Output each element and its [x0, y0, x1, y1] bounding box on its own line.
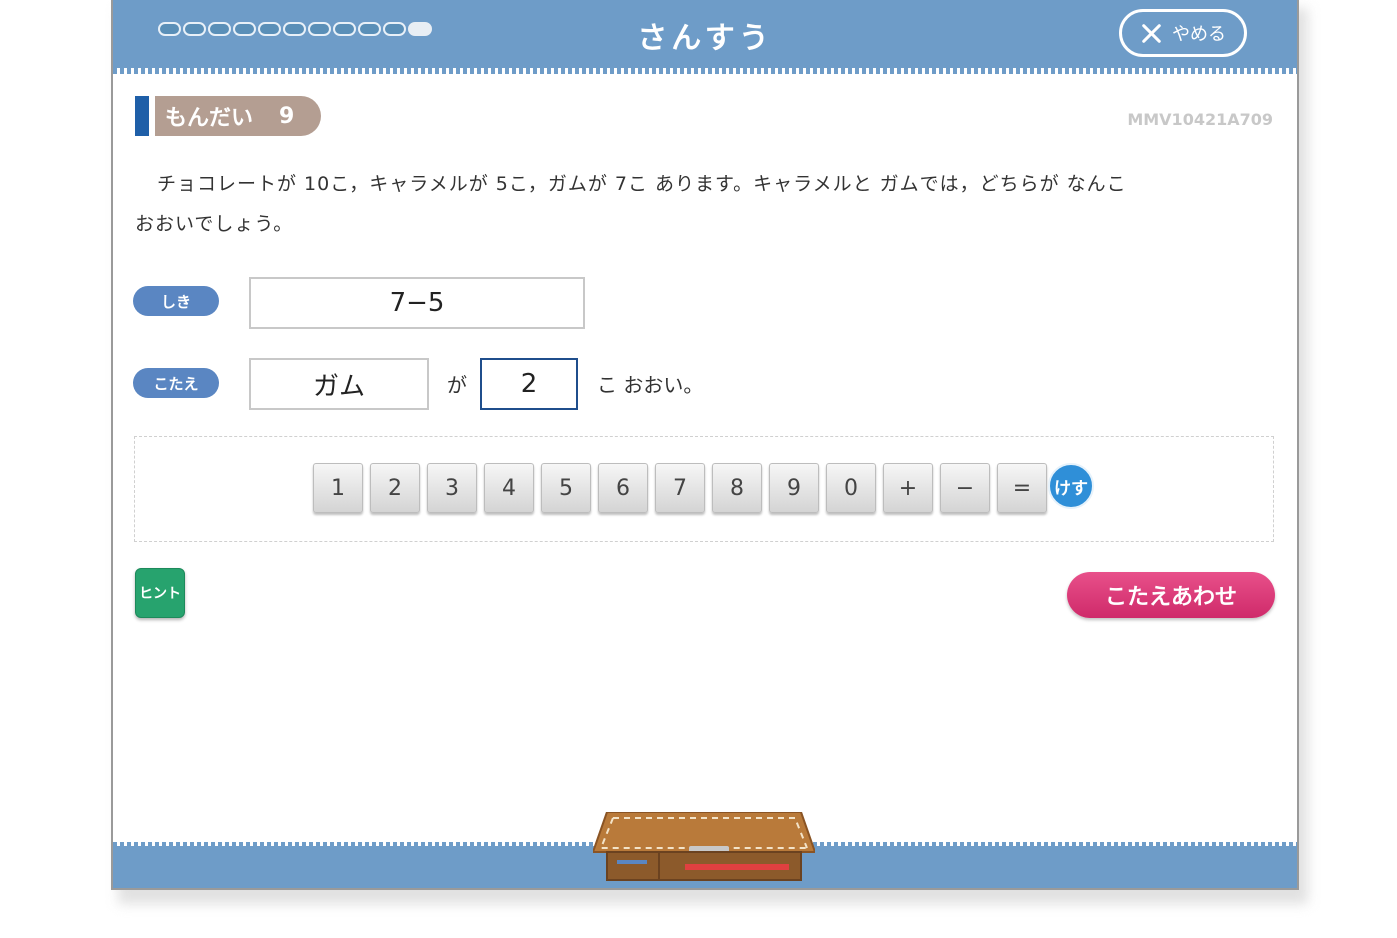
formula-input[interactable]: 7−5: [249, 277, 585, 329]
keypad: 1 2 3 4 5 6 7 8 9 0 + − = けす: [134, 436, 1274, 542]
keypad-key[interactable]: 7: [655, 463, 705, 513]
keypad-key[interactable]: 1: [313, 463, 363, 513]
keypad-key[interactable]: 0: [826, 463, 876, 513]
keypad-key[interactable]: 8: [712, 463, 762, 513]
keypad-key[interactable]: 9: [769, 463, 819, 513]
keypad-key[interactable]: 4: [484, 463, 534, 513]
problem-number-label: もんだい 9: [155, 96, 321, 136]
question-line-2: おおいでしょう。: [135, 213, 294, 235]
keypad-key[interactable]: 3: [427, 463, 477, 513]
answer-suffix: こ おおい。: [597, 373, 704, 397]
problem-code: MMV10421A709: [1127, 110, 1273, 129]
keypad-key[interactable]: −: [940, 463, 990, 513]
hint-button[interactable]: ヒント: [135, 568, 185, 618]
close-icon: [1140, 22, 1162, 44]
problem-number: 9: [279, 103, 295, 129]
answer-particle: が: [447, 373, 467, 397]
keypad-key[interactable]: 6: [598, 463, 648, 513]
question-text: チョコレートが 10こ，キャラメルが 5こ，ガムが 7こ あります。キャラメルと…: [135, 164, 1255, 244]
check-answer-button[interactable]: こたえあわせ: [1067, 572, 1275, 618]
answer-count-input[interactable]: 2: [480, 358, 578, 410]
keypad-key[interactable]: =: [997, 463, 1047, 513]
quit-button[interactable]: やめる: [1119, 9, 1247, 57]
problem-label-text: もんだい: [165, 106, 254, 131]
keypad-key[interactable]: 5: [541, 463, 591, 513]
quit-label: やめる: [1172, 24, 1226, 45]
erase-button[interactable]: けす: [1048, 463, 1094, 509]
formula-tag: しき: [133, 286, 219, 316]
problem-marker: [135, 96, 149, 136]
answer-tag: こたえ: [133, 368, 219, 398]
keypad-keys: 1 2 3 4 5 6 7 8 9 0 + − =: [313, 463, 1047, 513]
answer-item-input[interactable]: ガム: [249, 358, 429, 410]
keypad-key[interactable]: 2: [370, 463, 420, 513]
keypad-key[interactable]: +: [883, 463, 933, 513]
desk-icon: [593, 812, 815, 881]
app-window: さんすう やめる もんだい 9 MMV10421A709 チョコレートが 10こ…: [111, 0, 1299, 890]
header-bar: さんすう やめる: [113, 0, 1297, 72]
question-line-1: チョコレートが 10こ，キャラメルが 5こ，ガムが 7こ あります。キャラメルと…: [157, 173, 1127, 195]
header-fringe: [113, 68, 1297, 74]
